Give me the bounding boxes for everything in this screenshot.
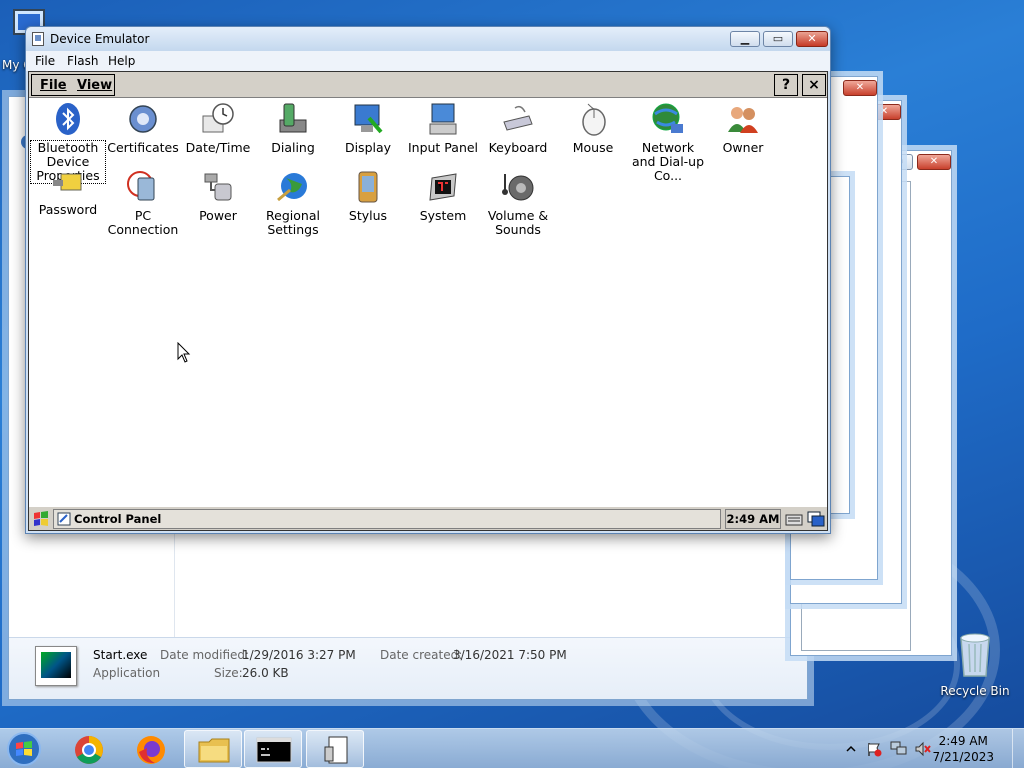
owner-icon xyxy=(726,102,760,136)
ce-command-bar: File View ? × xyxy=(29,72,827,98)
cp-stylus[interactable]: Stylus xyxy=(331,170,405,223)
recycle-bin-icon xyxy=(953,630,997,678)
close-button[interactable]: ✕ xyxy=(917,154,951,170)
tray-expand-icon[interactable] xyxy=(846,743,856,753)
cp-date-time[interactable]: Date/Time xyxy=(181,102,255,155)
cp-input-panel[interactable]: Input Panel xyxy=(406,102,480,155)
cp-pc-connection[interactable]: PC Connection xyxy=(106,170,180,237)
control-panel-icon xyxy=(57,512,71,526)
size-key: Size: xyxy=(214,666,243,680)
volume-muted-icon[interactable] xyxy=(914,741,932,760)
maximize-button[interactable]: ▭ xyxy=(763,31,793,47)
display-icon xyxy=(351,102,385,136)
tray-date: 7/21/2023 xyxy=(932,750,994,764)
ce-close-button[interactable]: × xyxy=(802,74,826,96)
password-icon xyxy=(51,170,85,196)
input-panel-icon xyxy=(426,102,460,136)
phone-icon xyxy=(276,102,310,136)
bluetooth-icon xyxy=(51,102,85,136)
minimize-button[interactable]: ▁ xyxy=(730,31,760,47)
firefox-icon xyxy=(137,736,165,764)
menu-flash[interactable]: Flash xyxy=(67,54,98,68)
keyboard-icon xyxy=(501,102,535,136)
globe-icon xyxy=(276,170,310,204)
speaker-icon xyxy=(501,170,535,204)
system-icon xyxy=(426,170,460,204)
cp-system[interactable]: System xyxy=(406,170,480,223)
action-center-flag-icon[interactable] xyxy=(866,741,882,760)
title-bar[interactable]: Device Emulator ▁ ▭ ✕ xyxy=(26,27,830,51)
cp-password[interactable]: Password xyxy=(31,170,105,217)
cp-network[interactable]: Network and Dial-up Co... xyxy=(631,102,705,183)
window-title: Device Emulator xyxy=(50,32,150,46)
certificate-icon xyxy=(126,102,160,136)
modified-key: Date modified: xyxy=(160,648,250,662)
size-value: 26.0 KB xyxy=(242,666,289,680)
windows-taskbar: 2:49 AM 7/21/2023 xyxy=(0,728,1024,768)
desktop-icon-label: Recycle Bin xyxy=(940,684,1010,698)
device-screen: File View ? × Bluetooth Device Propertie… xyxy=(28,71,828,531)
network-tray-icon[interactable] xyxy=(890,741,908,760)
details-pane: Start.exe Application Date modified: 1/2… xyxy=(9,637,807,699)
ce-menu-file[interactable]: File xyxy=(40,78,67,93)
cp-owner[interactable]: Owner xyxy=(706,102,780,155)
menu-bar: File Flash Help xyxy=(26,51,830,71)
taskbar-firefox[interactable] xyxy=(122,730,180,768)
close-button[interactable]: ✕ xyxy=(843,80,877,96)
ce-clock: 2:49 AM xyxy=(725,509,781,529)
cp-display[interactable]: Display xyxy=(331,102,405,155)
terminal-icon xyxy=(256,737,292,763)
windows-flag-icon xyxy=(34,511,48,526)
ce-keyboard-tray-icon[interactable] xyxy=(785,510,803,528)
pc-connection-icon xyxy=(126,170,160,204)
created-key: Date created: xyxy=(380,648,463,662)
menu-help[interactable]: Help xyxy=(108,54,135,68)
clock-icon xyxy=(201,102,235,136)
file-thumbnail-icon xyxy=(35,646,77,686)
show-desktop-button[interactable] xyxy=(1012,729,1024,768)
modified-value: 1/29/2016 3:27 PM xyxy=(242,648,356,662)
taskbar-device-emulator[interactable] xyxy=(306,730,364,768)
ce-task-control-panel[interactable]: Control Panel xyxy=(53,509,721,529)
file-type: Application xyxy=(93,666,161,680)
ce-taskbar: Control Panel 2:49 AM xyxy=(29,506,827,530)
cp-regional-settings[interactable]: Regional Settings xyxy=(256,170,330,237)
emulator-app-icon xyxy=(32,32,44,46)
mouse-icon xyxy=(576,102,610,136)
menu-file[interactable]: File xyxy=(35,54,55,68)
ce-menu-group: File View xyxy=(31,74,115,96)
taskbar-command-prompt[interactable] xyxy=(244,730,302,768)
ce-help-button[interactable]: ? xyxy=(774,74,798,96)
taskbar-chrome[interactable] xyxy=(60,730,118,768)
ce-menu-view[interactable]: View xyxy=(77,78,112,93)
created-value: 3/16/2021 7:50 PM xyxy=(453,648,567,662)
cp-certificates[interactable]: Certificates xyxy=(106,102,180,155)
taskbar-explorer[interactable] xyxy=(184,730,242,768)
start-button[interactable] xyxy=(4,731,44,767)
chrome-icon xyxy=(75,736,103,764)
cp-volume-sounds[interactable]: Volume & Sounds xyxy=(481,170,555,237)
mouse-pointer-icon xyxy=(177,341,191,367)
close-button[interactable]: ✕ xyxy=(796,31,828,47)
cp-power[interactable]: Power xyxy=(181,170,255,223)
ce-start-button[interactable] xyxy=(31,509,51,529)
device-emulator-window: Device Emulator ▁ ▭ ✕ File Flash Help Fi… xyxy=(25,26,831,534)
folder-icon xyxy=(198,738,230,763)
tray-clock[interactable]: 2:49 AM 7/21/2023 xyxy=(932,733,994,765)
cp-dialing[interactable]: Dialing xyxy=(256,102,330,155)
cp-mouse[interactable]: Mouse xyxy=(556,102,630,155)
network-icon xyxy=(651,102,685,136)
file-name: Start.exe xyxy=(93,648,148,662)
stylus-icon xyxy=(351,170,385,204)
ce-desktop-tray-icon[interactable] xyxy=(807,510,825,528)
tray-time: 2:49 AM xyxy=(938,734,988,748)
power-icon xyxy=(201,170,235,204)
device-emulator-icon xyxy=(324,736,348,764)
cp-keyboard[interactable]: Keyboard xyxy=(481,102,555,155)
windows-orb-icon xyxy=(7,732,41,766)
